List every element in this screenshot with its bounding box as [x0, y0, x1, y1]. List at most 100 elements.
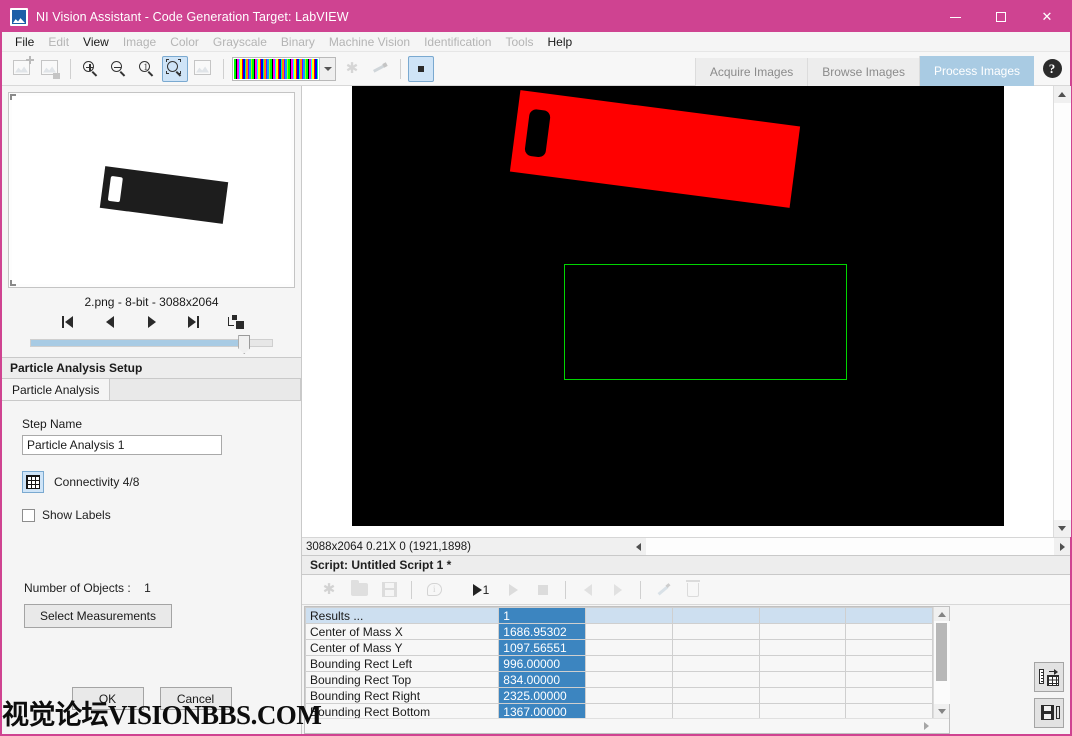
step-back-icon[interactable]: [575, 578, 601, 602]
save-script-icon[interactable]: [376, 578, 402, 602]
maximize-icon[interactable]: [978, 2, 1024, 32]
results-column-5[interactable]: [845, 607, 933, 624]
dialog-buttons: OK Cancel: [22, 687, 281, 718]
menu-grayscale[interactable]: Grayscale: [206, 33, 274, 51]
menu-view[interactable]: View: [76, 33, 116, 51]
menu-identification[interactable]: Identification: [417, 33, 498, 51]
delete-step-icon[interactable]: [680, 578, 706, 602]
color-palette-dropdown[interactable]: [232, 56, 336, 81]
empty-cell: [845, 639, 933, 656]
results-scroll-thumb[interactable]: [935, 623, 947, 681]
annotate-icon[interactable]: [367, 56, 393, 82]
results-scroll-up-icon[interactable]: [934, 607, 950, 621]
results-scroll-down-icon[interactable]: [934, 704, 950, 718]
open-script-icon[interactable]: [346, 578, 372, 602]
new-script-icon[interactable]: ✱: [316, 578, 342, 602]
table-row[interactable]: Bounding Rect Right 2325.00000: [304, 687, 933, 704]
vertical-scroll-track[interactable]: [1053, 103, 1071, 520]
roi-square-tool-icon[interactable]: [408, 55, 434, 82]
tab-particle-analysis[interactable]: Particle Analysis: [2, 379, 111, 400]
horizontal-scroll-track[interactable]: [646, 538, 1054, 555]
thumbnail-layout-icon[interactable]: [225, 313, 247, 331]
thumbnail-part-hole: [107, 175, 123, 203]
highlight-icon[interactable]: ✱: [339, 56, 365, 82]
zoom-in-icon[interactable]: [78, 56, 104, 82]
chevron-down-icon[interactable]: [319, 57, 335, 80]
menu-binary[interactable]: Binary: [274, 33, 322, 51]
results-scroll-right-icon[interactable]: [924, 722, 929, 730]
select-measurements-button[interactable]: Select Measurements: [24, 604, 172, 628]
thumbnail-size-slider[interactable]: [30, 335, 273, 354]
ok-button[interactable]: OK: [71, 687, 144, 710]
table-row[interactable]: Bounding Rect Top 834.00000: [304, 671, 933, 688]
selection-corner-icon: [10, 280, 16, 286]
setup-tabs-filler: [110, 379, 301, 400]
export-results-to-table-icon[interactable]: [1034, 662, 1064, 692]
scroll-down-icon[interactable]: [1053, 520, 1071, 537]
menu-image[interactable]: Image: [116, 33, 163, 51]
zoom-actual-size-icon[interactable]: 1: [134, 56, 160, 82]
minimize-icon[interactable]: [932, 2, 978, 32]
empty-cell: [758, 623, 847, 640]
stop-script-icon[interactable]: [530, 578, 556, 602]
empty-cell: [671, 655, 760, 672]
results-column-3[interactable]: [671, 607, 760, 624]
tab-browse-images[interactable]: Browse Images: [807, 57, 919, 86]
scroll-up-icon[interactable]: [1053, 86, 1071, 103]
scroll-right-icon[interactable]: [1054, 538, 1070, 555]
next-image-icon[interactable]: [141, 313, 163, 331]
show-labels-row[interactable]: Show Labels: [22, 508, 281, 522]
slider-handle[interactable]: [238, 335, 251, 354]
image-horizontal-scrollbar[interactable]: [630, 537, 1070, 556]
help-question-icon[interactable]: ?: [1034, 52, 1070, 86]
menu-color[interactable]: Color: [163, 33, 206, 51]
cancel-button[interactable]: Cancel: [159, 687, 232, 710]
first-image-icon[interactable]: [57, 313, 79, 331]
show-labels-checkbox[interactable]: [22, 508, 35, 522]
menu-tools[interactable]: Tools: [498, 33, 540, 51]
step-forward-icon[interactable]: [605, 578, 631, 602]
menu-help[interactable]: Help: [541, 33, 580, 51]
previous-image-icon[interactable]: [99, 313, 121, 331]
image-vertical-scrollbar[interactable]: [1053, 86, 1071, 537]
tab-acquire-images[interactable]: Acquire Images: [694, 57, 808, 86]
image-properties-icon[interactable]: [190, 56, 216, 82]
thumbnail-part-shape: [99, 166, 229, 224]
main-body: 2.png - 8-bit - 3088x2064 Particle Analy…: [2, 86, 1071, 734]
tab-process-images[interactable]: Process Images: [918, 55, 1034, 86]
menu-file[interactable]: File: [8, 33, 41, 51]
results-column-1[interactable]: 1: [498, 607, 587, 624]
results-horizontal-scrollbar[interactable]: [305, 718, 949, 733]
last-image-icon[interactable]: [183, 313, 205, 331]
scroll-left-icon[interactable]: [630, 538, 646, 555]
table-row[interactable]: Center of Mass Y 1097.56551: [304, 639, 933, 656]
table-row[interactable]: Bounding Rect Left 996.00000: [304, 655, 933, 672]
empty-cell: [758, 639, 847, 656]
save-image-icon[interactable]: [37, 56, 63, 82]
connectivity-row: Connectivity 4/8: [22, 471, 281, 493]
image-viewport[interactable]: [302, 86, 1053, 537]
script-comment-icon[interactable]: [421, 578, 447, 602]
save-results-icon[interactable]: [1034, 698, 1064, 728]
results-column-4[interactable]: [758, 607, 847, 624]
thumbnail-frame[interactable]: [8, 92, 295, 288]
connectivity-grid-icon[interactable]: [22, 471, 44, 493]
results-column-2[interactable]: [585, 607, 673, 624]
run-script-icon[interactable]: [500, 578, 526, 602]
open-image-icon[interactable]: [9, 55, 35, 82]
zoom-out-icon[interactable]: [106, 56, 132, 82]
results-vertical-scrollbar[interactable]: [933, 607, 950, 718]
menu-edit[interactable]: Edit: [41, 33, 76, 51]
menu-machine-vision[interactable]: Machine Vision: [322, 33, 417, 51]
script-divider: [411, 580, 412, 599]
zoom-to-fit-icon[interactable]: [162, 55, 188, 82]
run-once-icon[interactable]: 1: [466, 578, 496, 602]
results-header-cell[interactable]: Results ...: [304, 607, 500, 624]
table-row[interactable]: Center of Mass X 1686.95302: [304, 623, 933, 640]
show-labels-label: Show Labels: [42, 508, 111, 522]
results-scroll-track[interactable]: [933, 621, 950, 704]
results-table[interactable]: Results ... 1 Center of Mass X 1686.9530…: [304, 607, 933, 720]
close-icon[interactable]: ✕: [1024, 2, 1070, 32]
step-name-input[interactable]: [22, 435, 222, 455]
edit-step-icon[interactable]: [650, 578, 676, 602]
